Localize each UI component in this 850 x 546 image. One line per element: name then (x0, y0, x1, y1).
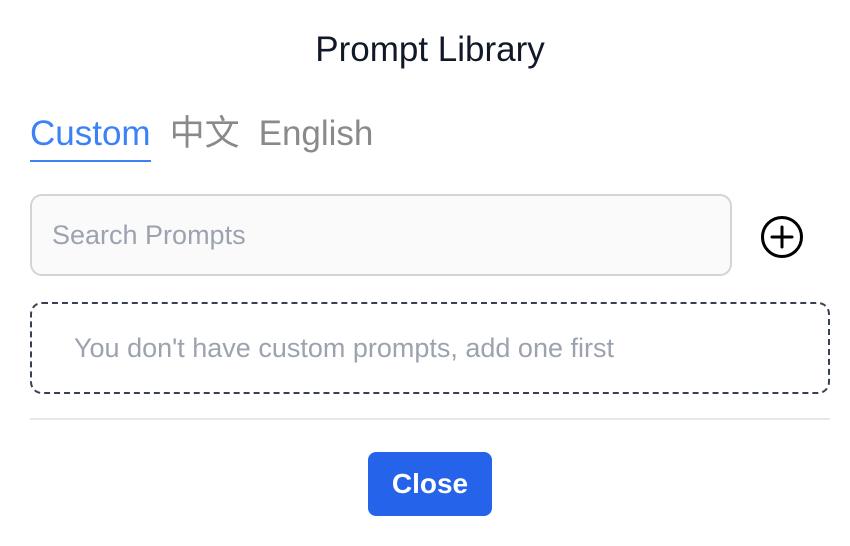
divider (30, 418, 830, 420)
prompt-library-dialog: Prompt Library Custom 中文 English You don… (0, 0, 850, 546)
search-prompts-input[interactable] (30, 194, 732, 276)
empty-state-box: You don't have custom prompts, add one f… (30, 302, 830, 394)
plus-circle-icon (761, 216, 803, 258)
tab-chinese[interactable]: 中文 (170, 112, 240, 160)
close-button[interactable]: Close (368, 452, 492, 516)
dialog-title: Prompt Library (315, 30, 545, 69)
tab-custom[interactable]: Custom (30, 112, 151, 162)
add-prompt-button[interactable] (760, 215, 804, 259)
empty-state-message: You don't have custom prompts, add one f… (74, 332, 614, 363)
prompt-tabs: Custom 中文 English (30, 112, 373, 162)
tab-english[interactable]: English (259, 112, 374, 160)
